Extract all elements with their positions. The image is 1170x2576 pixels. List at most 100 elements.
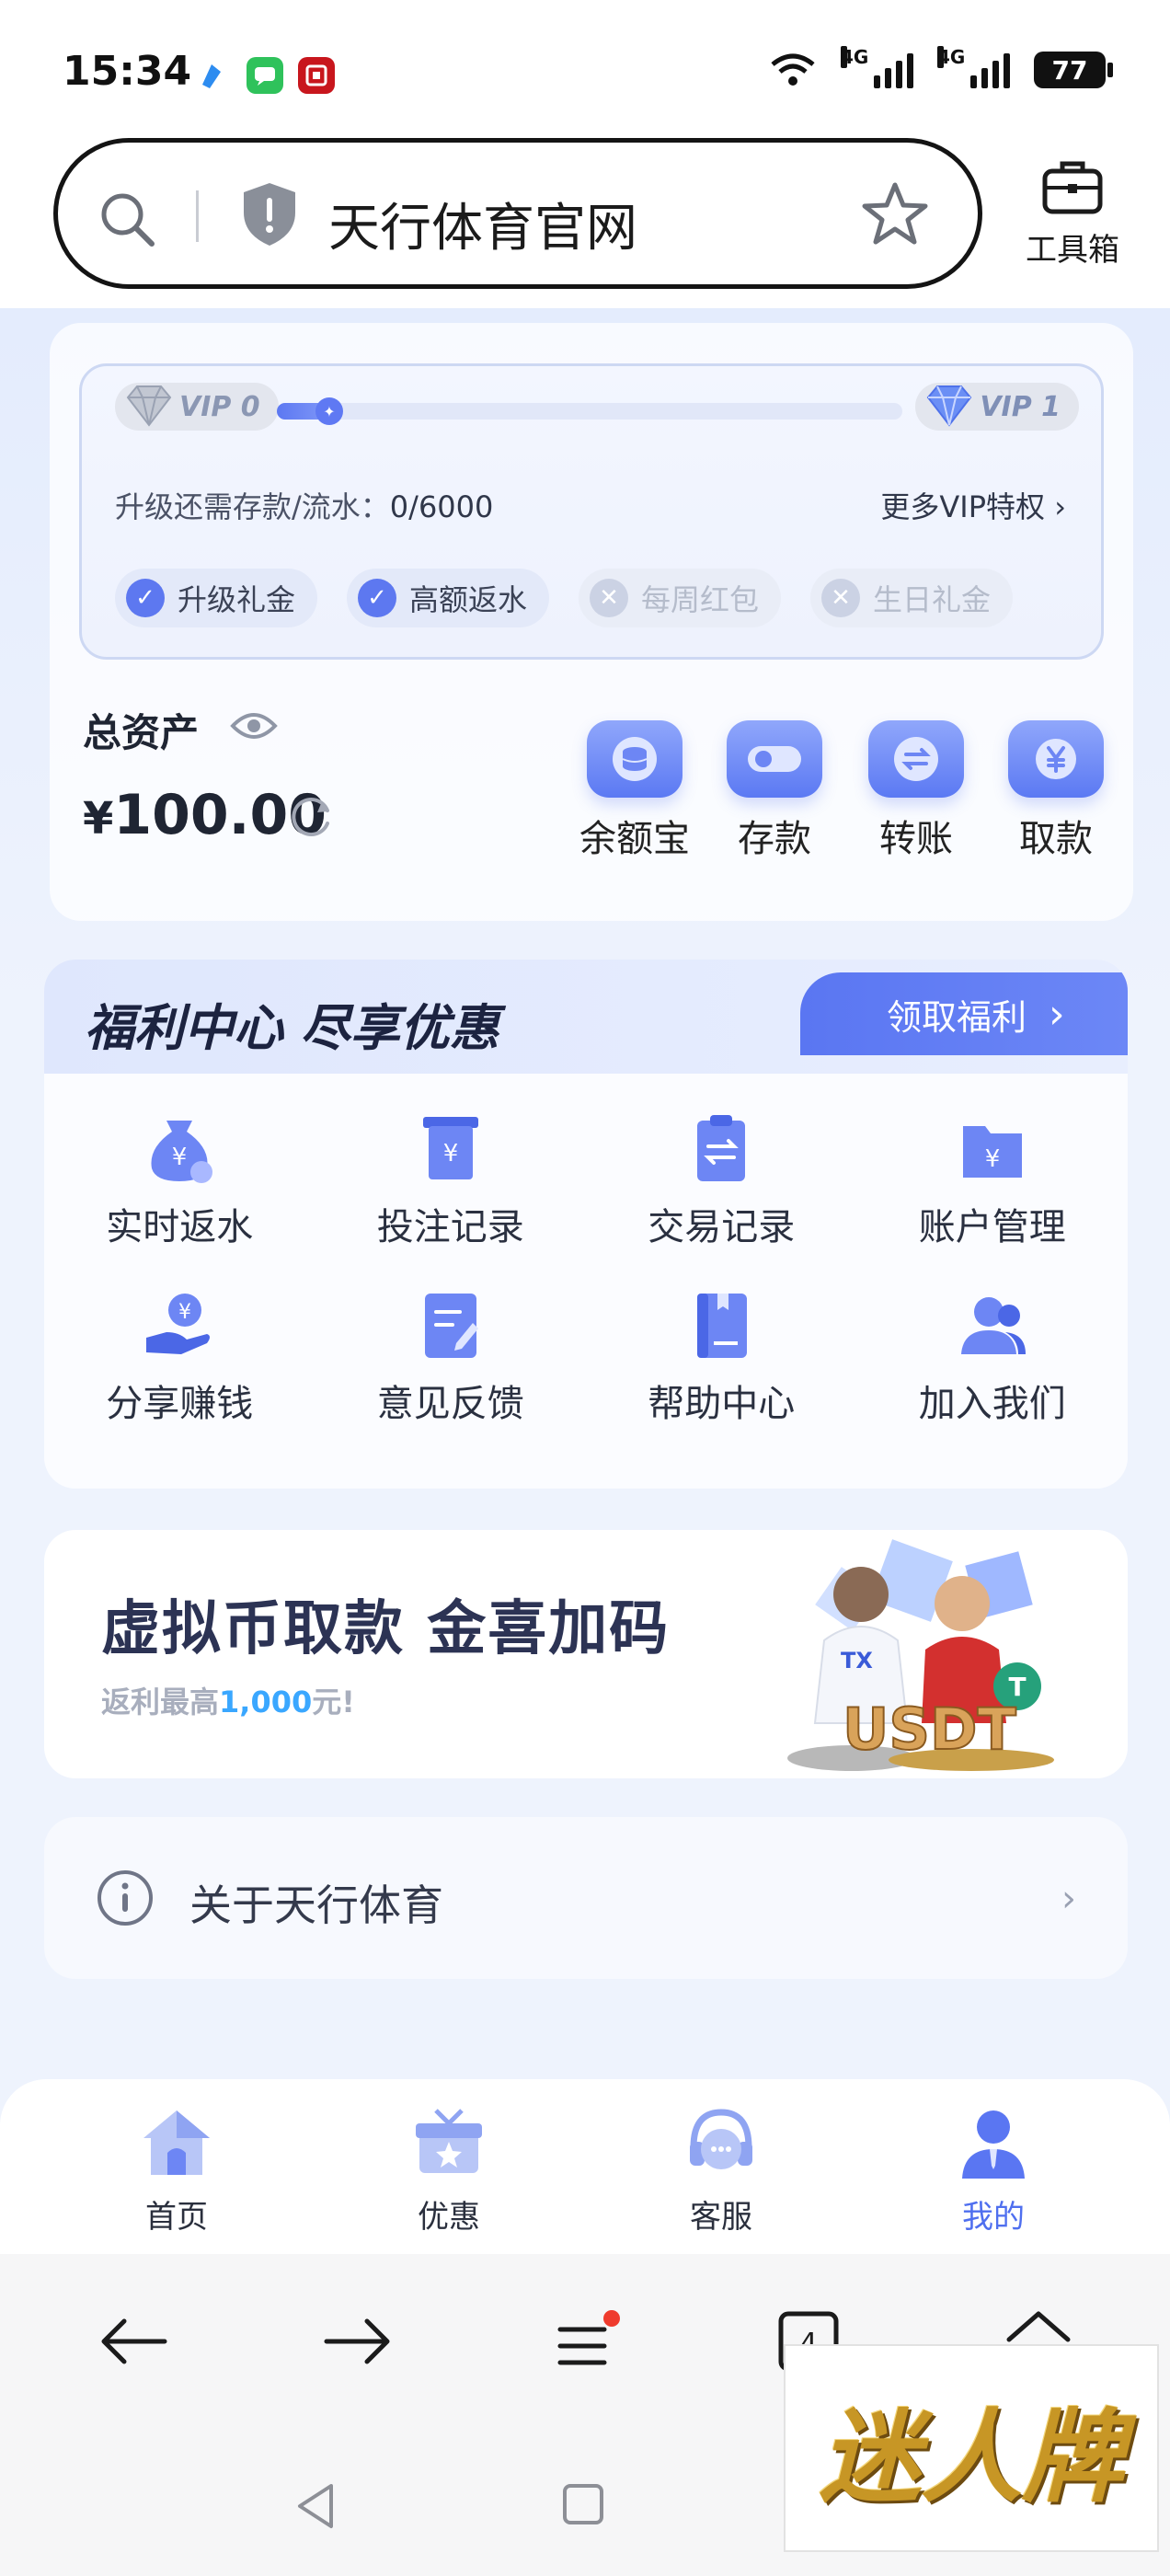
system-home-icon[interactable] xyxy=(563,2484,603,2524)
status-icons: 4G 4G 77 xyxy=(769,46,1113,88)
signal-icon: 4G xyxy=(937,46,1010,88)
refresh-icon[interactable] xyxy=(285,790,337,845)
vip-more-link[interactable]: 更多VIP特权 › xyxy=(880,484,1066,526)
briefcase-icon xyxy=(1042,161,1103,214)
welfare-grid: ¥ 实时返水 ¥ 投注记录 交易记录 ¥ 账户管理 ¥ 分享赚钱 意见反馈 帮助… xyxy=(44,1107,1128,1427)
vip-next-badge: VIP 1 xyxy=(915,383,1079,431)
about-row[interactable]: 关于天行体育 › xyxy=(44,1817,1128,1979)
receipt-icon: ¥ xyxy=(409,1107,492,1190)
welfare-item-join-us[interactable]: 加入我们 xyxy=(857,1283,1129,1427)
money-bag-icon: ¥ xyxy=(138,1107,221,1190)
diamond-icon xyxy=(126,385,172,427)
withdraw-button[interactable]: 取款 xyxy=(992,720,1120,862)
folder-yuan-icon: ¥ xyxy=(951,1107,1034,1190)
chevron-right-icon: › xyxy=(1054,489,1066,524)
tab-label: 优惠 xyxy=(418,2199,480,2236)
welfare-header: 福利中心 尽享优惠 领取福利 › xyxy=(44,960,1128,1074)
vip-progress-text: 升级还需存款/流水：0/6000 xyxy=(115,484,493,526)
welfare-item-label: 分享赚钱 xyxy=(106,1383,254,1425)
tab-home[interactable]: 首页 xyxy=(103,2099,250,2237)
action-label: 余额宝 xyxy=(579,818,690,860)
tab-label: 我的 xyxy=(962,2199,1025,2236)
welfare-item-label: 投注记录 xyxy=(376,1206,524,1248)
welfare-item-bet-records[interactable]: ¥ 投注记录 xyxy=(315,1107,587,1250)
balance-treasure-button[interactable]: 余额宝 xyxy=(570,720,699,862)
bottom-tab-bar: 首页 优惠 客服 我的 xyxy=(0,2079,1170,2254)
welfare-center: 福利中心 尽享优惠 领取福利 › ¥ 实时返水 ¥ 投注记录 交易记录 ¥ 账户… xyxy=(44,960,1128,1489)
perk-high-rebate: ✓ 高额返水 xyxy=(347,569,550,627)
vip-progress-bar: ✦ xyxy=(277,397,902,425)
perk-label: 升级礼金 xyxy=(178,582,296,617)
chevron-right-icon: › xyxy=(1061,1878,1076,1920)
browser-toolbar: 天行体育官网 工具箱 xyxy=(0,138,1170,308)
perk-label: 生日礼金 xyxy=(873,582,992,617)
vip-more-label: 更多VIP特权 xyxy=(880,489,1046,524)
home-icon xyxy=(134,2099,219,2184)
welfare-item-label: 交易记录 xyxy=(648,1206,796,1248)
info-icon xyxy=(96,1869,155,1931)
vip-current-label: VIP 0 xyxy=(179,390,260,423)
check-icon: ✓ xyxy=(126,579,165,617)
claim-welfare-button[interactable]: 领取福利 › xyxy=(800,972,1128,1055)
wifi-icon xyxy=(771,53,815,86)
welfare-item-label: 加入我们 xyxy=(918,1383,1066,1425)
vip-panel[interactable]: VIP 0 ✦ VIP 1 升级还需存款/流水：0/6000 更多VIP特权 ›… xyxy=(79,363,1104,660)
tab-label: 首页 xyxy=(145,2199,208,2236)
vip-progress-value: 0/6000 xyxy=(389,489,494,524)
shield-icon[interactable] xyxy=(238,179,301,253)
vip-progress-label: 升级还需存款/流水： xyxy=(115,489,390,524)
vip-perks: ✓ 升级礼金 ✓ 高额返水 ✕ 每周红包 ✕ 生日礼金 xyxy=(115,569,1014,627)
tab-customer-service[interactable]: 客服 xyxy=(648,2099,795,2237)
edit-note-icon xyxy=(409,1283,492,1366)
svg-text:¥: ¥ xyxy=(442,1140,458,1167)
headset-icon xyxy=(679,2099,763,2184)
welfare-item-label: 意见反馈 xyxy=(376,1383,524,1425)
signal-icon: 4G xyxy=(841,46,913,88)
tab-profile[interactable]: 我的 xyxy=(920,2099,1067,2237)
welfare-item-account[interactable]: ¥ 账户管理 xyxy=(857,1107,1129,1250)
action-label: 存款 xyxy=(738,818,811,860)
currency-symbol: ¥ xyxy=(83,793,114,845)
back-arrow-icon[interactable] xyxy=(92,2300,175,2383)
status-time: 15:34 xyxy=(63,48,192,95)
welfare-item-share-earn[interactable]: ¥ 分享赚钱 xyxy=(44,1283,315,1427)
welfare-item-label: 实时返水 xyxy=(106,1206,254,1248)
svg-text:¥: ¥ xyxy=(172,1144,188,1171)
address-bar[interactable]: 天行体育官网 xyxy=(53,138,982,289)
bank-app-icon xyxy=(298,57,335,94)
welfare-item-transactions[interactable]: 交易记录 xyxy=(586,1107,857,1250)
search-icon[interactable] xyxy=(95,187,161,257)
menu-icon[interactable] xyxy=(545,2300,627,2383)
card-icon xyxy=(727,720,822,798)
watermark: 迷人牌 xyxy=(784,2344,1159,2552)
account-card: VIP 0 ✦ VIP 1 升级还需存款/流水：0/6000 更多VIP特权 ›… xyxy=(50,323,1133,921)
divider xyxy=(196,190,199,242)
address-text[interactable]: 天行体育官网 xyxy=(328,187,637,261)
yuan-withdraw-icon xyxy=(1008,720,1104,798)
tab-promotions[interactable]: 优惠 xyxy=(375,2099,522,2237)
perk-label: 每周红包 xyxy=(641,582,760,617)
network-type-label: 4G xyxy=(937,46,966,68)
vip-next-label: VIP 1 xyxy=(980,390,1061,423)
claim-welfare-label: 领取福利 xyxy=(887,996,1027,1038)
close-icon: ✕ xyxy=(590,579,629,617)
welfare-item-rebate[interactable]: ¥ 实时返水 xyxy=(44,1107,315,1250)
transfer-button[interactable]: 转账 xyxy=(852,720,981,862)
banner-subtitle-prefix: 返利最高 xyxy=(101,1685,220,1719)
network-type-label: 4G xyxy=(841,46,869,68)
eye-icon[interactable] xyxy=(230,709,278,746)
welfare-item-feedback[interactable]: 意见反馈 xyxy=(315,1283,587,1427)
promo-banner[interactable]: 虚拟币取款 金喜加码 返利最高1,000元! TX T USDT xyxy=(44,1530,1128,1778)
banner-subtitle: 返利最高1,000元! xyxy=(101,1679,355,1721)
action-label: 转账 xyxy=(879,818,953,860)
clipboard-transfer-icon xyxy=(680,1107,763,1190)
banner-title: 虚拟币取款 金喜加码 xyxy=(101,1595,671,1663)
system-back-icon[interactable] xyxy=(292,2480,338,2536)
people-icon xyxy=(951,1283,1034,1366)
page-content: VIP 0 ✦ VIP 1 升级还需存款/流水：0/6000 更多VIP特权 ›… xyxy=(0,308,1170,2079)
star-icon[interactable] xyxy=(858,178,932,255)
toolbox-button[interactable]: 工具箱 xyxy=(1017,158,1128,270)
deposit-button[interactable]: 存款 xyxy=(710,720,839,862)
welfare-item-help[interactable]: 帮助中心 xyxy=(586,1283,857,1427)
forward-arrow-icon[interactable] xyxy=(316,2300,399,2383)
